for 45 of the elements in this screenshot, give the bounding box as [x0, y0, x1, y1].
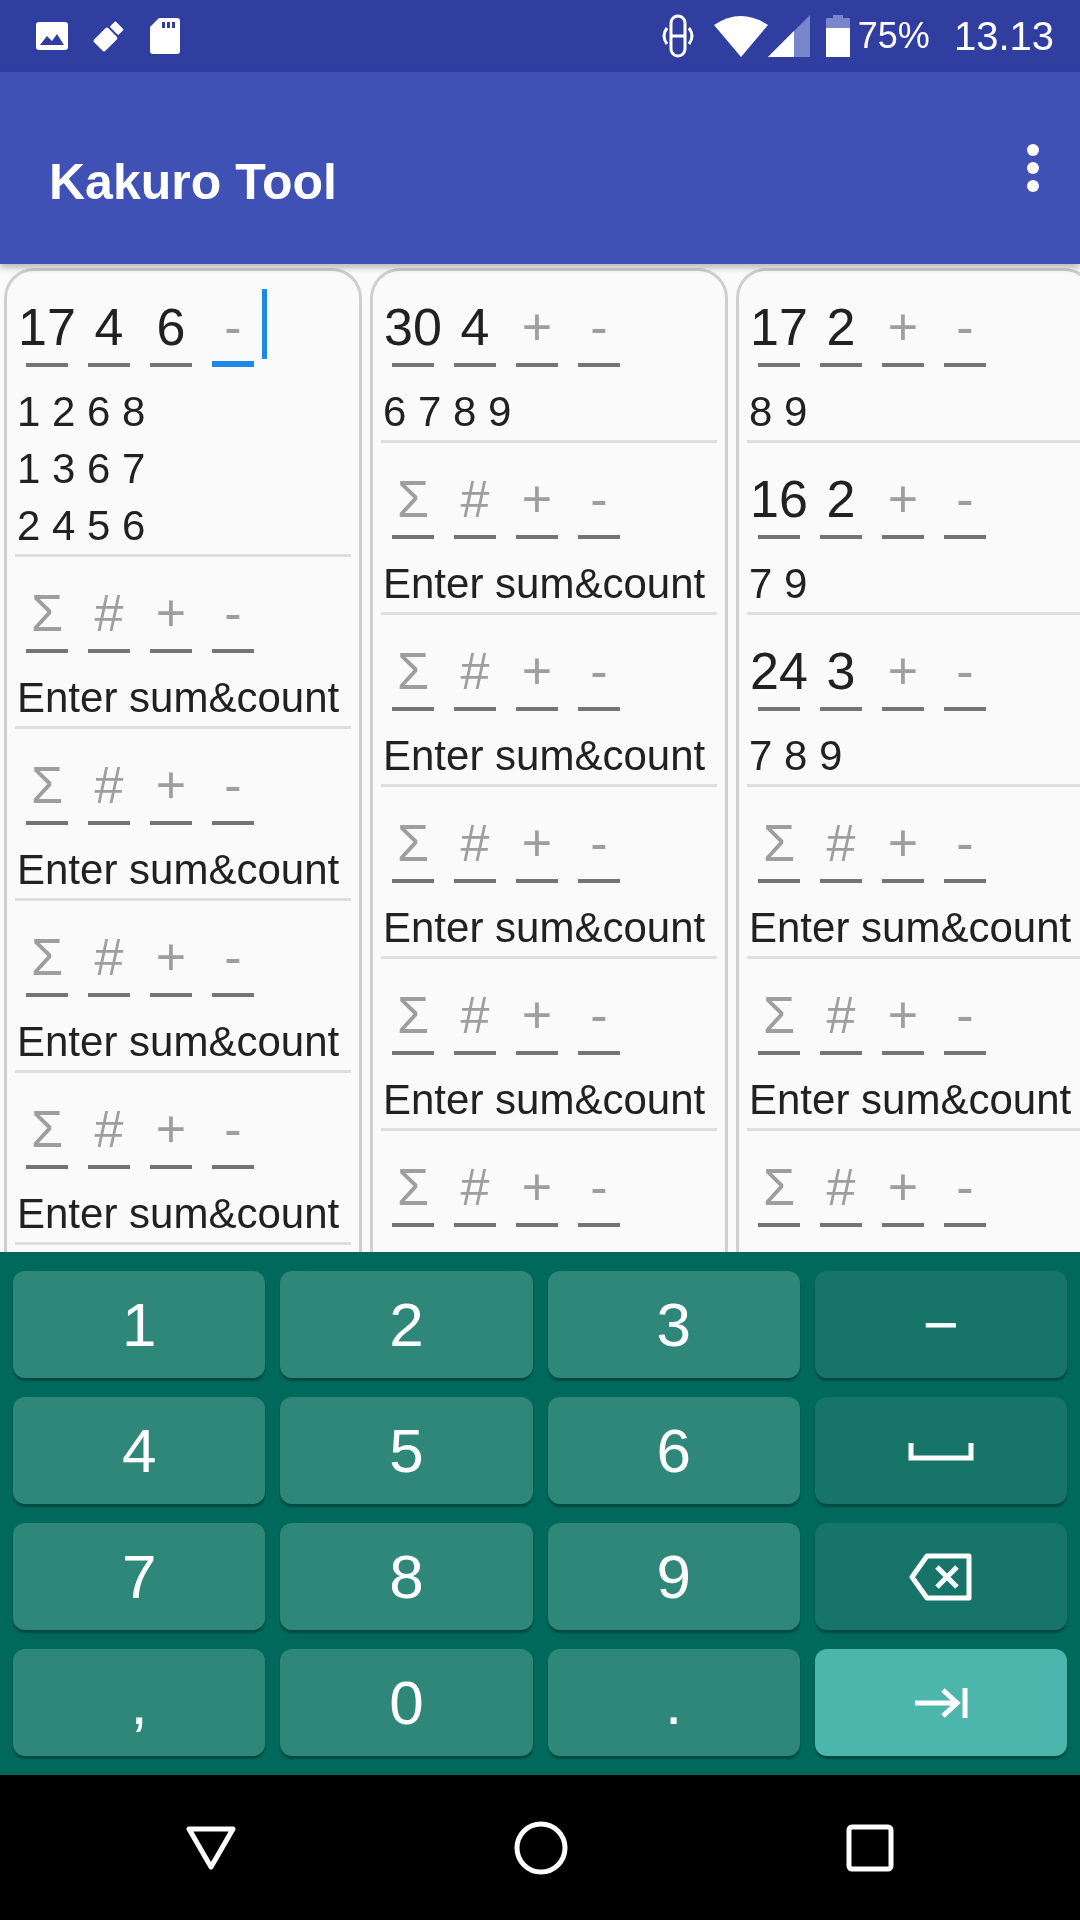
backspace-icon	[908, 1552, 973, 1601]
recents-icon[interactable]	[845, 1823, 894, 1872]
key[interactable]: 5	[280, 1397, 533, 1504]
key[interactable]: 0	[280, 1649, 533, 1756]
text-cursor	[262, 289, 267, 359]
battery-percent: 75%	[857, 14, 930, 58]
key[interactable]: 9	[547, 1523, 800, 1630]
result-line: 7 8 9	[749, 731, 844, 781]
result-line: Enter sum&count	[17, 673, 341, 723]
app-title: Kakuro Tool	[49, 152, 338, 212]
result-line: Enter sum&count	[383, 731, 707, 781]
brush-icon	[92, 19, 126, 53]
result-line: Enter sum&count	[749, 903, 1073, 953]
sd-card-icon	[150, 18, 180, 54]
result-line: Enter sum&count	[383, 903, 707, 953]
result-line: Enter sum&count	[17, 845, 341, 895]
key[interactable]: 7	[13, 1523, 266, 1630]
key[interactable]: ,	[13, 1649, 266, 1756]
home-icon[interactable]	[513, 1819, 569, 1876]
result-line: Enter sum&count	[749, 1075, 1073, 1125]
key[interactable]: 2	[280, 1271, 533, 1378]
key[interactable]: 8	[280, 1523, 533, 1630]
clock: 13.13	[953, 13, 1054, 60]
key[interactable]: −	[814, 1271, 1067, 1378]
result-line: 1 3 6 7	[17, 444, 147, 494]
image-icon	[36, 22, 68, 50]
key[interactable]: 1	[13, 1271, 266, 1378]
result-line: Enter sum&count	[383, 1075, 707, 1125]
result-line: 2 4 5 6	[17, 501, 147, 551]
result-line: 8 9	[749, 387, 809, 437]
result-line: Enter sum&count	[383, 559, 707, 609]
result-line: 7 9	[749, 559, 809, 609]
key[interactable]: 3	[547, 1271, 800, 1378]
menu-icon[interactable]	[1026, 143, 1040, 193]
backspace-key[interactable]	[814, 1523, 1067, 1630]
battery-icon	[825, 15, 850, 57]
back-icon[interactable]	[186, 1825, 237, 1870]
result-line: 6 7 8 9	[383, 387, 513, 437]
result-line: Enter sum&count	[17, 1017, 341, 1067]
key[interactable]: 4	[13, 1397, 266, 1504]
key[interactable]: .	[547, 1649, 800, 1756]
key[interactable]: 6	[547, 1397, 800, 1504]
result-line: Enter sum&count	[17, 1189, 341, 1239]
result-line: 1 2 6 8	[17, 387, 147, 437]
signal-icon	[767, 15, 810, 57]
